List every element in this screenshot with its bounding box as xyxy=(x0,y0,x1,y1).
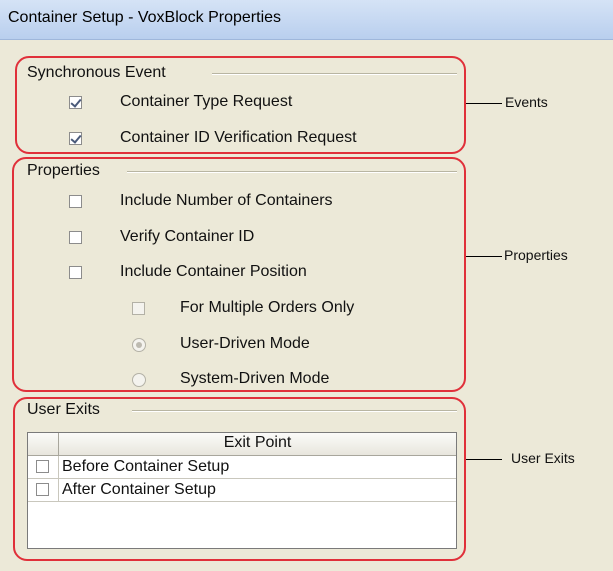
events-callout-leader xyxy=(466,103,502,104)
properties-callout-box xyxy=(12,157,466,392)
user-exits-callout-box xyxy=(13,397,466,561)
properties-callout-label: Properties xyxy=(504,247,568,263)
properties-callout-leader xyxy=(466,256,502,257)
user-exits-callout-label: User Exits xyxy=(511,450,575,466)
events-callout-label: Events xyxy=(505,94,548,110)
events-callout-box xyxy=(15,56,466,154)
window-title: Container Setup - VoxBlock Properties xyxy=(8,9,282,26)
title-bar: Container Setup - VoxBlock Properties xyxy=(0,0,613,40)
user-exits-callout-leader xyxy=(466,459,502,460)
